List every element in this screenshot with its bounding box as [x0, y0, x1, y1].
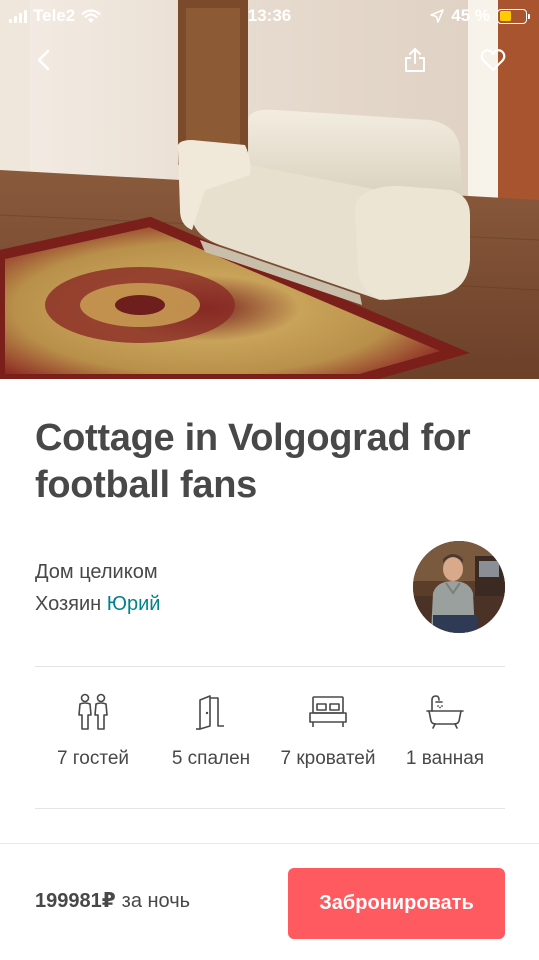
amenity-bedrooms: 5 спален: [151, 692, 271, 770]
guests-icon: [78, 693, 108, 730]
host-name-link[interactable]: Юрий: [107, 593, 161, 615]
amenity-beds: 7 кроватей: [268, 692, 388, 770]
amenity-bathrooms: 1 ванная: [385, 692, 505, 770]
host-avatar[interactable]: [413, 541, 505, 633]
favorite-button[interactable]: [473, 40, 513, 80]
host-photo: [413, 541, 505, 633]
chevron-left-icon: [37, 49, 50, 71]
divider: [35, 808, 505, 809]
property-type: Дом целиком: [35, 561, 158, 583]
listing-title: Cottage in Volgograd for football fans: [35, 417, 471, 506]
living-room-photo: [0, 0, 539, 379]
location-arrow-icon: [430, 9, 445, 23]
amenity-label: 7 кроватей: [280, 748, 376, 769]
amenity-label: 5 спален: [171, 748, 251, 769]
amenity-label: 7 гостей: [56, 748, 130, 769]
battery-icon: [497, 8, 530, 24]
bed-icon: [309, 696, 347, 727]
amenity-guests: 7 гостей: [33, 692, 153, 770]
share-icon: [405, 48, 425, 72]
booking-bar: 199981₽ за ночь Забронировать: [0, 843, 539, 960]
price-amount: 199981₽: [35, 890, 116, 912]
status-right: 45 %: [430, 6, 530, 26]
battery-level: [499, 11, 511, 21]
listing-photo[interactable]: [0, 0, 539, 379]
amenity-label: 1 ванная: [405, 748, 485, 769]
host-prefix: Хозяин: [35, 593, 102, 615]
nightly-price: 199981₽ за ночь: [35, 888, 190, 913]
back-button[interactable]: [25, 40, 65, 80]
door-icon: [196, 695, 224, 730]
divider: [35, 666, 505, 667]
battery-percent: 45 %: [451, 6, 490, 25]
per-night-label: за ночь: [121, 890, 191, 912]
share-button[interactable]: [395, 40, 435, 80]
status-bar: Tele2 13:36 45 %: [0, 0, 539, 34]
host-line: Хозяин Юрий: [35, 593, 160, 616]
heart-icon: [480, 49, 506, 72]
book-button[interactable]: Забронировать: [288, 868, 505, 939]
bathtub-icon: [426, 695, 464, 729]
amenities-row: 7 гостей 5 спален 7 кроватей 1 ванная: [35, 692, 505, 782]
